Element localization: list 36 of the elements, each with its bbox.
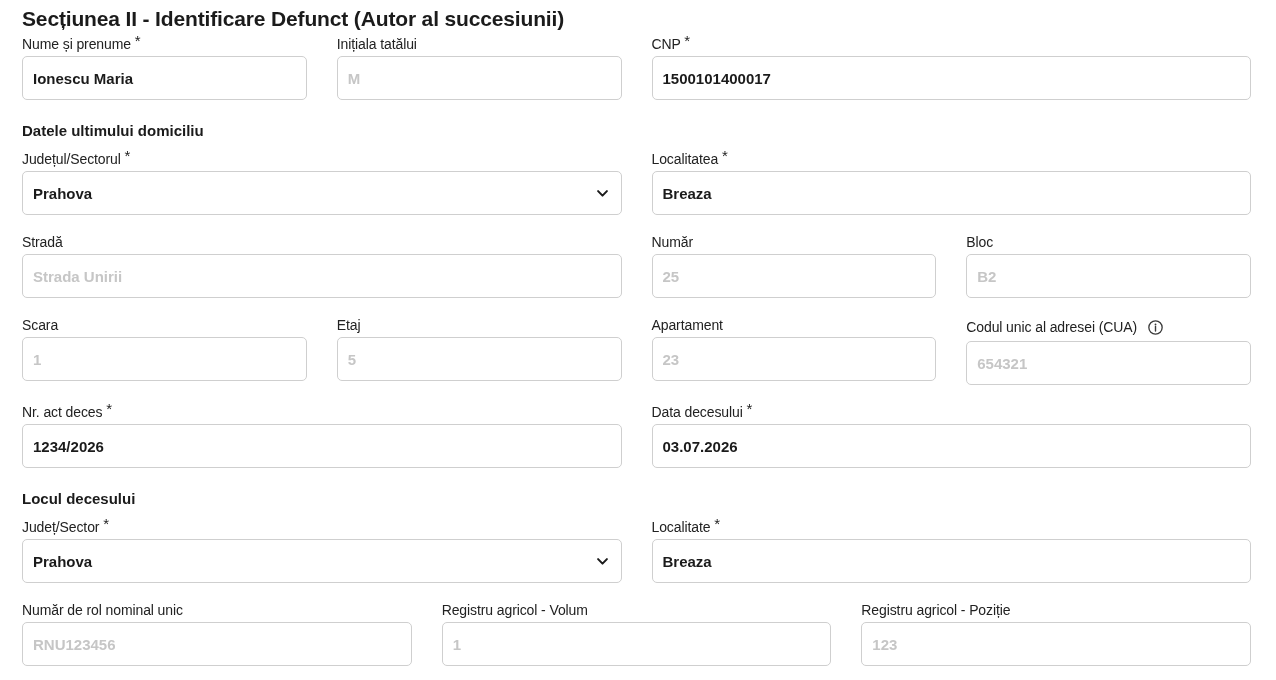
field-label: Număr [651,233,693,251]
text-field[interactable]: B2 [966,254,1251,298]
text-field[interactable]: RNU123456 [22,622,412,666]
section-heading: Locul decesului [22,489,136,509]
text-field[interactable]: 123 [861,622,1251,666]
field-label: Bloc [966,233,994,251]
field-label: Registru agricol - Volum [441,601,588,619]
dropdown[interactable]: Prahova [22,539,622,583]
text-field[interactable]: 1234/2026 [22,424,622,468]
text-field[interactable]: 25 [651,254,937,298]
chevron-down-icon [596,557,608,565]
text-field[interactable]: 1500101400017 [651,56,1251,100]
text-field[interactable]: Breaza [651,539,1251,583]
text-field[interactable]: 03.07.2026 [651,424,1251,468]
text-field[interactable]: Breaza [651,171,1251,215]
text-field[interactable]: 1 [22,337,307,381]
text-field[interactable]: 23 [651,337,937,381]
info-icon[interactable] [1148,319,1164,335]
field-label: Registru agricol - Poziție [861,601,1011,619]
field-label: Stradă [22,233,63,251]
field-label: Inițiala tatălui [336,35,417,53]
section-title: Secțiunea II - Identificare Defunct (Autor al succesiunii) [22,6,565,32]
field-label: Număr de rol nominal unic [22,601,183,619]
section-heading: Datele ultimului domiciliu [22,121,204,141]
text-field[interactable]: Ionescu Maria [22,56,307,100]
field-label: Scara [22,316,59,334]
text-field[interactable]: M [336,56,622,100]
field-label: Apartament [651,316,723,334]
text-field[interactable]: 1 [441,622,832,666]
field-label: Etaj [336,316,361,334]
dropdown[interactable]: Prahova [22,171,622,215]
field-label: Codul unic al adresei (CUA) [966,318,1138,336]
chevron-down-icon [596,189,608,197]
text-field[interactable]: Strada Unirii [22,254,622,298]
text-field[interactable]: 654321 [966,341,1251,385]
text-field[interactable]: 5 [336,337,622,381]
